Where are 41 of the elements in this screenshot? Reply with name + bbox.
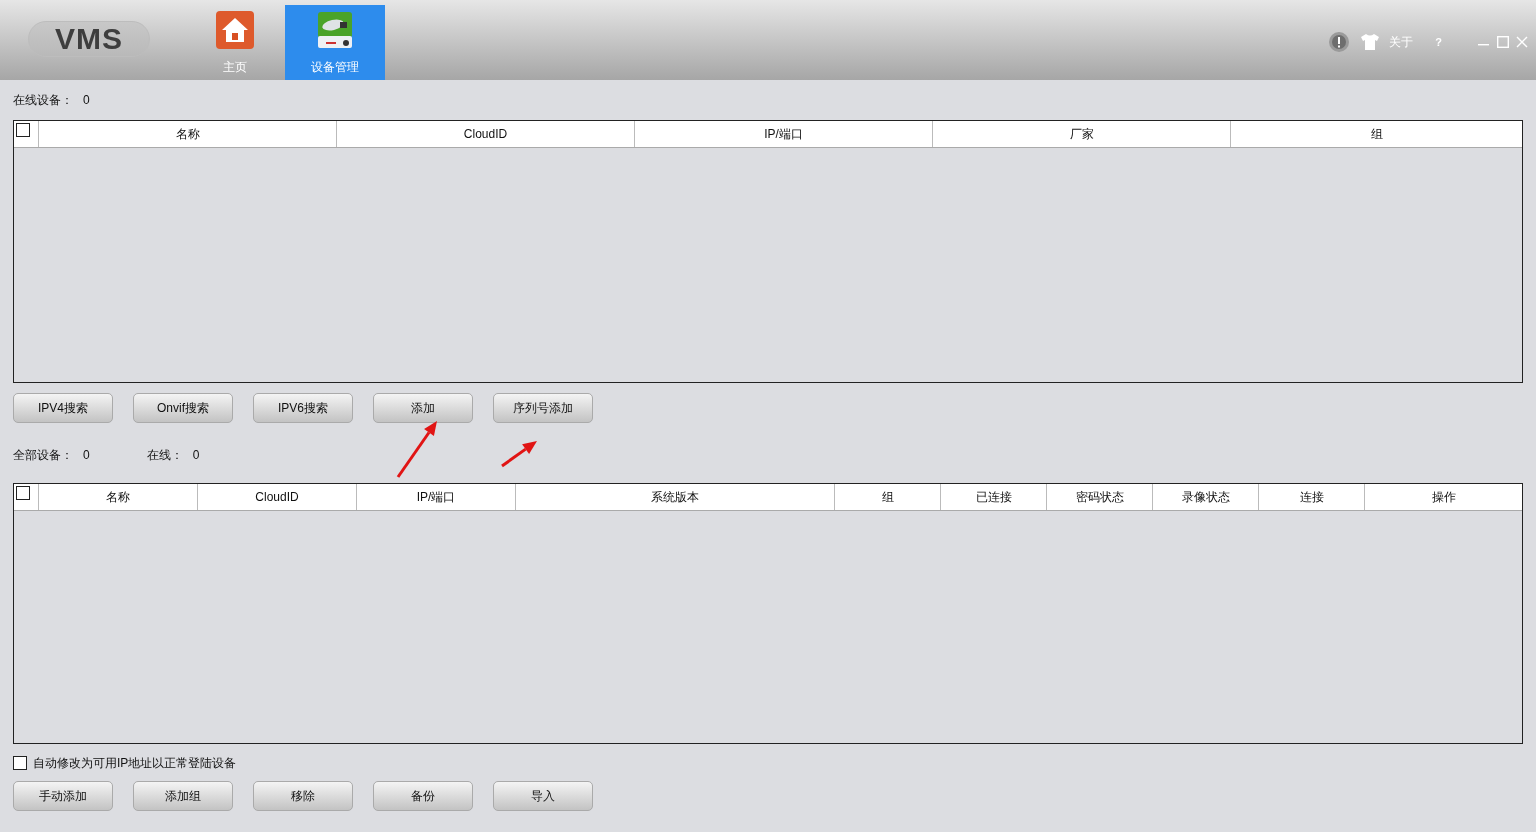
- online-devices-label: 在线设备：: [13, 91, 73, 109]
- annotation-arrow: [396, 421, 437, 478]
- column-header[interactable]: 名称: [38, 484, 197, 510]
- camera-device-icon: [318, 12, 352, 48]
- action-button[interactable]: 备份: [373, 781, 473, 811]
- online-devices-count: 0: [83, 93, 90, 107]
- online-label: 在线：: [146, 446, 183, 464]
- column-header[interactable]: CloudID: [197, 484, 356, 510]
- select-all-checkbox[interactable]: [16, 486, 30, 500]
- action-button[interactable]: IPV4搜索: [13, 393, 113, 423]
- column-header[interactable]: 厂家: [932, 121, 1230, 147]
- action-button[interactable]: Onvif搜索: [133, 393, 233, 423]
- action-button[interactable]: IPV6搜索: [253, 393, 353, 423]
- annotation-arrow: [501, 441, 537, 468]
- column-header[interactable]: 组: [834, 484, 940, 510]
- column-header[interactable]: 组: [1230, 121, 1522, 147]
- column-header[interactable]: 录像状态: [1152, 484, 1258, 510]
- action-button[interactable]: 序列号添加: [493, 393, 593, 423]
- action-button[interactable]: 添加组: [133, 781, 233, 811]
- checkbox[interactable]: [13, 756, 27, 770]
- action-button[interactable]: 手动添加: [13, 781, 113, 811]
- checkbox-label: 自动修改为可用IP地址以正常登陆设备: [33, 754, 237, 772]
- action-button[interactable]: 移除: [253, 781, 353, 811]
- column-header[interactable]: CloudID: [336, 121, 634, 147]
- column-header[interactable]: 系统版本: [515, 484, 834, 510]
- column-header[interactable]: IP/端口: [356, 484, 515, 510]
- house-icon: [216, 11, 254, 49]
- app-logo: VMS: [28, 21, 150, 57]
- column-header[interactable]: 连接: [1258, 484, 1364, 510]
- action-button[interactable]: 导入: [493, 781, 593, 811]
- online-count: 0: [192, 448, 200, 462]
- column-header[interactable]: 已连接: [940, 484, 1046, 510]
- column-header[interactable]: 操作: [1364, 484, 1522, 510]
- column-header[interactable]: 名称: [38, 121, 336, 147]
- all-devices-count: 0: [83, 448, 90, 462]
- column-header[interactable]: IP/端口: [634, 121, 932, 147]
- action-button[interactable]: 添加: [373, 393, 473, 423]
- info-icon[interactable]: [1329, 32, 1350, 52]
- select-all-checkbox[interactable]: [16, 123, 30, 137]
- all-devices-label: 全部设备：: [13, 446, 73, 464]
- column-header[interactable]: 密码状态: [1046, 484, 1152, 510]
